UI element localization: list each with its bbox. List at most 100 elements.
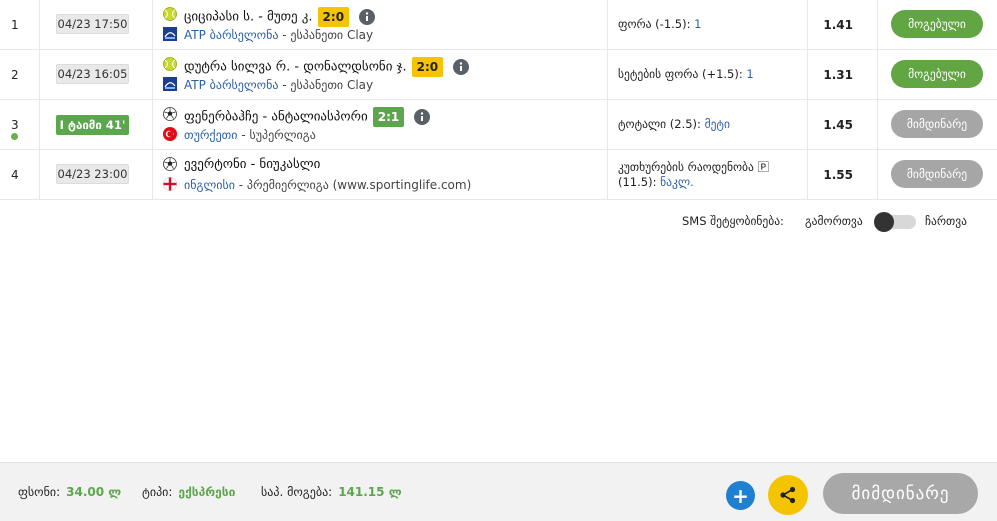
match-cell: დუტრა სილვა რ. - დონალდსონი ჯ. 2:0 ATP ბა…	[153, 50, 608, 99]
teams-label[interactable]: ციციპასი ს. - მუთე კ.	[184, 10, 313, 25]
odds-value: 1.45	[823, 118, 853, 132]
bet-selection: კუთხურების რაოდენობა 🄿 (11.5): ნაკლ.	[618, 160, 803, 190]
time-cell: 04/23 17:50	[40, 0, 153, 49]
row-number: 1	[11, 18, 19, 32]
status-won-button[interactable]: მოგებული	[891, 10, 983, 38]
share-button[interactable]	[768, 475, 808, 515]
bet-pick: მეტი	[704, 117, 730, 131]
status-pending-button[interactable]: მიმდინარე	[891, 160, 983, 188]
sms-label: SMS შეტყობინება:	[682, 214, 784, 228]
time-cell: I ტაიმი 41'	[40, 100, 153, 149]
england-flag-icon	[163, 177, 177, 191]
odds-value: 1.31	[823, 68, 853, 82]
status-won-button[interactable]: მოგებული	[891, 60, 983, 88]
bet-cell: ფორა (-1.5): 1	[608, 0, 808, 49]
match-teams[interactable]: დუტრა სილვა რ. - დონალდსონი ჯ. 2:0	[184, 57, 470, 77]
toggle-knob[interactable]	[874, 212, 894, 232]
atp-logo-icon	[163, 27, 177, 41]
current-status-button[interactable]: მიმდინარე	[823, 473, 978, 514]
match-time: 04/23 16:05	[56, 64, 129, 84]
match-teams[interactable]: ევერტონი - ნიუკასლი	[184, 157, 320, 172]
time-cell: 04/23 16:05	[40, 50, 153, 99]
league-info: ATP ბარსელონა - ესპანეთი Clay	[184, 28, 373, 42]
odds-cell: 1.41	[808, 0, 878, 49]
bet-cell: კუთხურების რაოდენობა 🄿 (11.5): ნაკლ.	[608, 150, 808, 199]
score-badge: 2:0	[411, 57, 444, 77]
match-cell: ფენერბაჰჩე - ანტალიასპორი 2:1 თურქეთი - ს…	[153, 100, 608, 149]
row-number-cell: 3	[0, 100, 40, 149]
row-number: 2	[11, 68, 19, 82]
league-country[interactable]: ATP ბარსელონა	[184, 28, 278, 42]
match-time: 04/23 17:50	[56, 14, 129, 34]
bet-pick: ნაკლ.	[660, 175, 694, 189]
info-icon[interactable]	[359, 9, 376, 25]
bet-market: ფორა (-1.5):	[618, 17, 695, 31]
league-country[interactable]: თურქეთი	[184, 128, 238, 142]
type-value: ექსპრესი	[178, 485, 236, 499]
status-cell: მიმდინარე	[878, 150, 997, 199]
info-icon[interactable]	[453, 59, 470, 75]
bet-summary-footer: ფსონი: 34.00 ლ ტიპი: ექსპრესი საპ. მოგება:…	[0, 462, 997, 521]
time-cell: 04/23 23:00	[40, 150, 153, 199]
status-pending-button[interactable]: მიმდინარე	[891, 110, 983, 138]
row-number-cell: 2	[0, 50, 40, 99]
league-country[interactable]: ATP ბარსელონა	[184, 78, 278, 92]
teams-label[interactable]: დუტრა სილვა რ. - დონალდსონი ჯ.	[184, 60, 407, 75]
row-number: 4	[11, 168, 19, 182]
league-info: თურქეთი - სუპერლიგა	[184, 128, 316, 142]
tennis-ball-icon	[163, 57, 177, 71]
table-row: 1 04/23 17:50 ციციპასი ს. - მუთე კ. 2:0 A…	[0, 0, 997, 50]
win-label: საპ. მოგება:	[261, 485, 333, 499]
bet-cell: ტოტალი (2.5): მეტი	[608, 100, 808, 149]
match-teams[interactable]: ფენერბაჰჩე - ანტალიასპორი 2:1	[184, 107, 431, 127]
table-row: 4 04/23 23:00 ევერტონი - ნიუკასლი ინგლის…	[0, 150, 997, 200]
bet-selection: სეტების ფორა (+1.5): 1	[618, 67, 803, 82]
status-cell: მოგებული	[878, 50, 997, 99]
live-indicator-dot	[11, 133, 18, 140]
odds-cell: 1.45	[808, 100, 878, 149]
sms-on-label[interactable]: ჩართვა	[925, 214, 967, 228]
sms-toggle-switch[interactable]	[874, 212, 916, 232]
league-name: - ესპანეთი Clay	[278, 78, 374, 92]
score-badge: 2:0	[317, 7, 350, 27]
teams-label[interactable]: ევერტონი - ნიუკასლი	[184, 157, 320, 172]
bet-selection: ტოტალი (2.5): მეტი	[618, 117, 803, 132]
atp-logo-icon	[163, 77, 177, 91]
table-row: 3 I ტაიმი 41' ფენერბაჰჩე - ანტალიასპორი 2…	[0, 100, 997, 150]
bet-cell: სეტების ფორა (+1.5): 1	[608, 50, 808, 99]
row-number-cell: 4	[0, 150, 40, 199]
odds-value: 1.41	[823, 18, 853, 32]
league-name: - ესპანეთი Clay	[278, 28, 374, 42]
stake-value: 34.00 ლ	[66, 485, 122, 499]
bet-pick: 1	[694, 17, 702, 31]
table-row: 2 04/23 16:05 დუტრა სილვა რ. - დონალდსონ…	[0, 50, 997, 100]
soccer-ball-icon	[163, 107, 177, 121]
status-cell: მიმდინარე	[878, 100, 997, 149]
live-match-time: I ტაიმი 41'	[56, 115, 129, 135]
sms-off-label[interactable]: გამორთვა	[805, 214, 863, 228]
league-info: ინგლისი - პრემიერლიგა (www.sportinglife.…	[184, 178, 471, 192]
odds-cell: 1.31	[808, 50, 878, 99]
stake-label: ფსონი:	[18, 485, 61, 499]
score-badge: 2:1	[372, 107, 405, 127]
league-info: ATP ბარსელონა - ესპანეთი Clay	[184, 78, 373, 92]
tennis-ball-icon	[163, 7, 177, 21]
potential-win-summary: საპ. მოგება: 141.15 ლ	[261, 485, 402, 499]
match-teams[interactable]: ციციპასი ს. - მუთე კ. 2:0	[184, 7, 376, 27]
odds-value: 1.55	[823, 168, 853, 182]
odds-cell: 1.55	[808, 150, 878, 199]
win-value: 141.15 ლ	[338, 485, 402, 499]
league-name: - პრემიერლიგა (www.sportinglife.com)	[234, 178, 472, 192]
bet-type-summary: ტიპი: ექსპრესი	[142, 485, 235, 499]
match-time: 04/23 23:00	[56, 164, 129, 184]
bet-pick: 1	[746, 67, 754, 81]
teams-label[interactable]: ფენერბაჰჩე - ანტალიასპორი	[184, 110, 368, 125]
add-button[interactable]: +	[726, 481, 755, 510]
info-icon[interactable]	[414, 109, 431, 125]
row-number: 3	[11, 118, 19, 132]
match-cell: ციციპასი ს. - მუთე კ. 2:0 ATP ბარსელონა -…	[153, 0, 608, 49]
league-country[interactable]: ინგლისი	[184, 178, 235, 192]
row-number-cell: 1	[0, 0, 40, 49]
match-cell: ევერტონი - ნიუკასლი ინგლისი - პრემიერლიგ…	[153, 150, 608, 199]
status-cell: მოგებული	[878, 0, 997, 49]
